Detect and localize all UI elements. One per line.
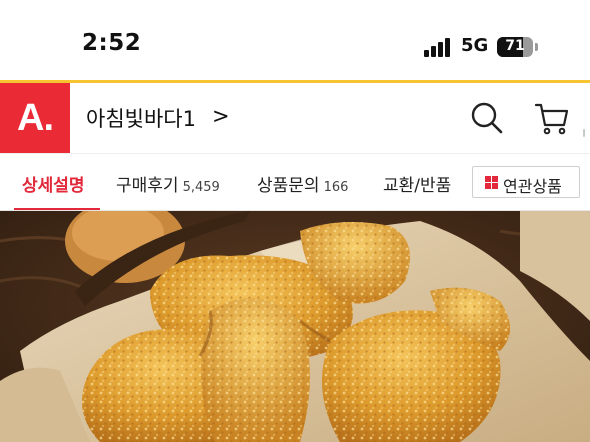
cart-icon — [534, 103, 569, 135]
tab-description[interactable]: 상세설명 — [22, 171, 85, 196]
tab-label: 구매후기 — [116, 176, 179, 196]
inquiry-count: 166 — [323, 180, 349, 195]
cart-button[interactable] — [534, 100, 570, 136]
tab-exchange-return[interactable]: 교환/반품 — [383, 171, 451, 196]
battery-level: 71 — [505, 38, 525, 54]
status-time: 2:52 — [82, 30, 142, 56]
tab-inquiries[interactable]: 상품문의 166 — [257, 171, 348, 196]
signal-strength-icon — [424, 38, 454, 57]
store-name-link[interactable]: 아침빛바다1 — [86, 103, 196, 133]
status-bar: 2:52 5G 71 — [0, 0, 590, 80]
fried-chicken-image — [0, 211, 590, 442]
tab-label: 교환/반품 — [383, 176, 452, 196]
chevron-right-icon[interactable]: > — [212, 104, 230, 128]
review-count: 5,459 — [182, 180, 220, 195]
tab-reviews[interactable]: 구매후기 5,459 — [116, 171, 220, 196]
battery-icon: 71 — [497, 37, 533, 57]
related-products-label: 연관상품 — [503, 177, 562, 196]
related-products-button[interactable]: 연관상품 — [472, 166, 580, 198]
detail-tab-bar: 상세설명 구매후기 5,459 상품문의 166 교환/반품 연관상품 — [0, 153, 590, 211]
product-image[interactable] — [0, 211, 590, 442]
search-button[interactable] — [470, 101, 504, 135]
app-logo[interactable]: A. — [0, 83, 70, 153]
store-header: A. 아침빛바다1 > — [0, 83, 590, 153]
tab-label: 상품문의 — [257, 176, 320, 196]
tab-label: 상세설명 — [22, 176, 85, 196]
search-icon — [471, 102, 503, 134]
network-type: 5G — [461, 35, 489, 56]
grid-icon — [485, 176, 498, 189]
scroll-indicator — [583, 129, 585, 137]
battery-tip — [535, 43, 538, 51]
